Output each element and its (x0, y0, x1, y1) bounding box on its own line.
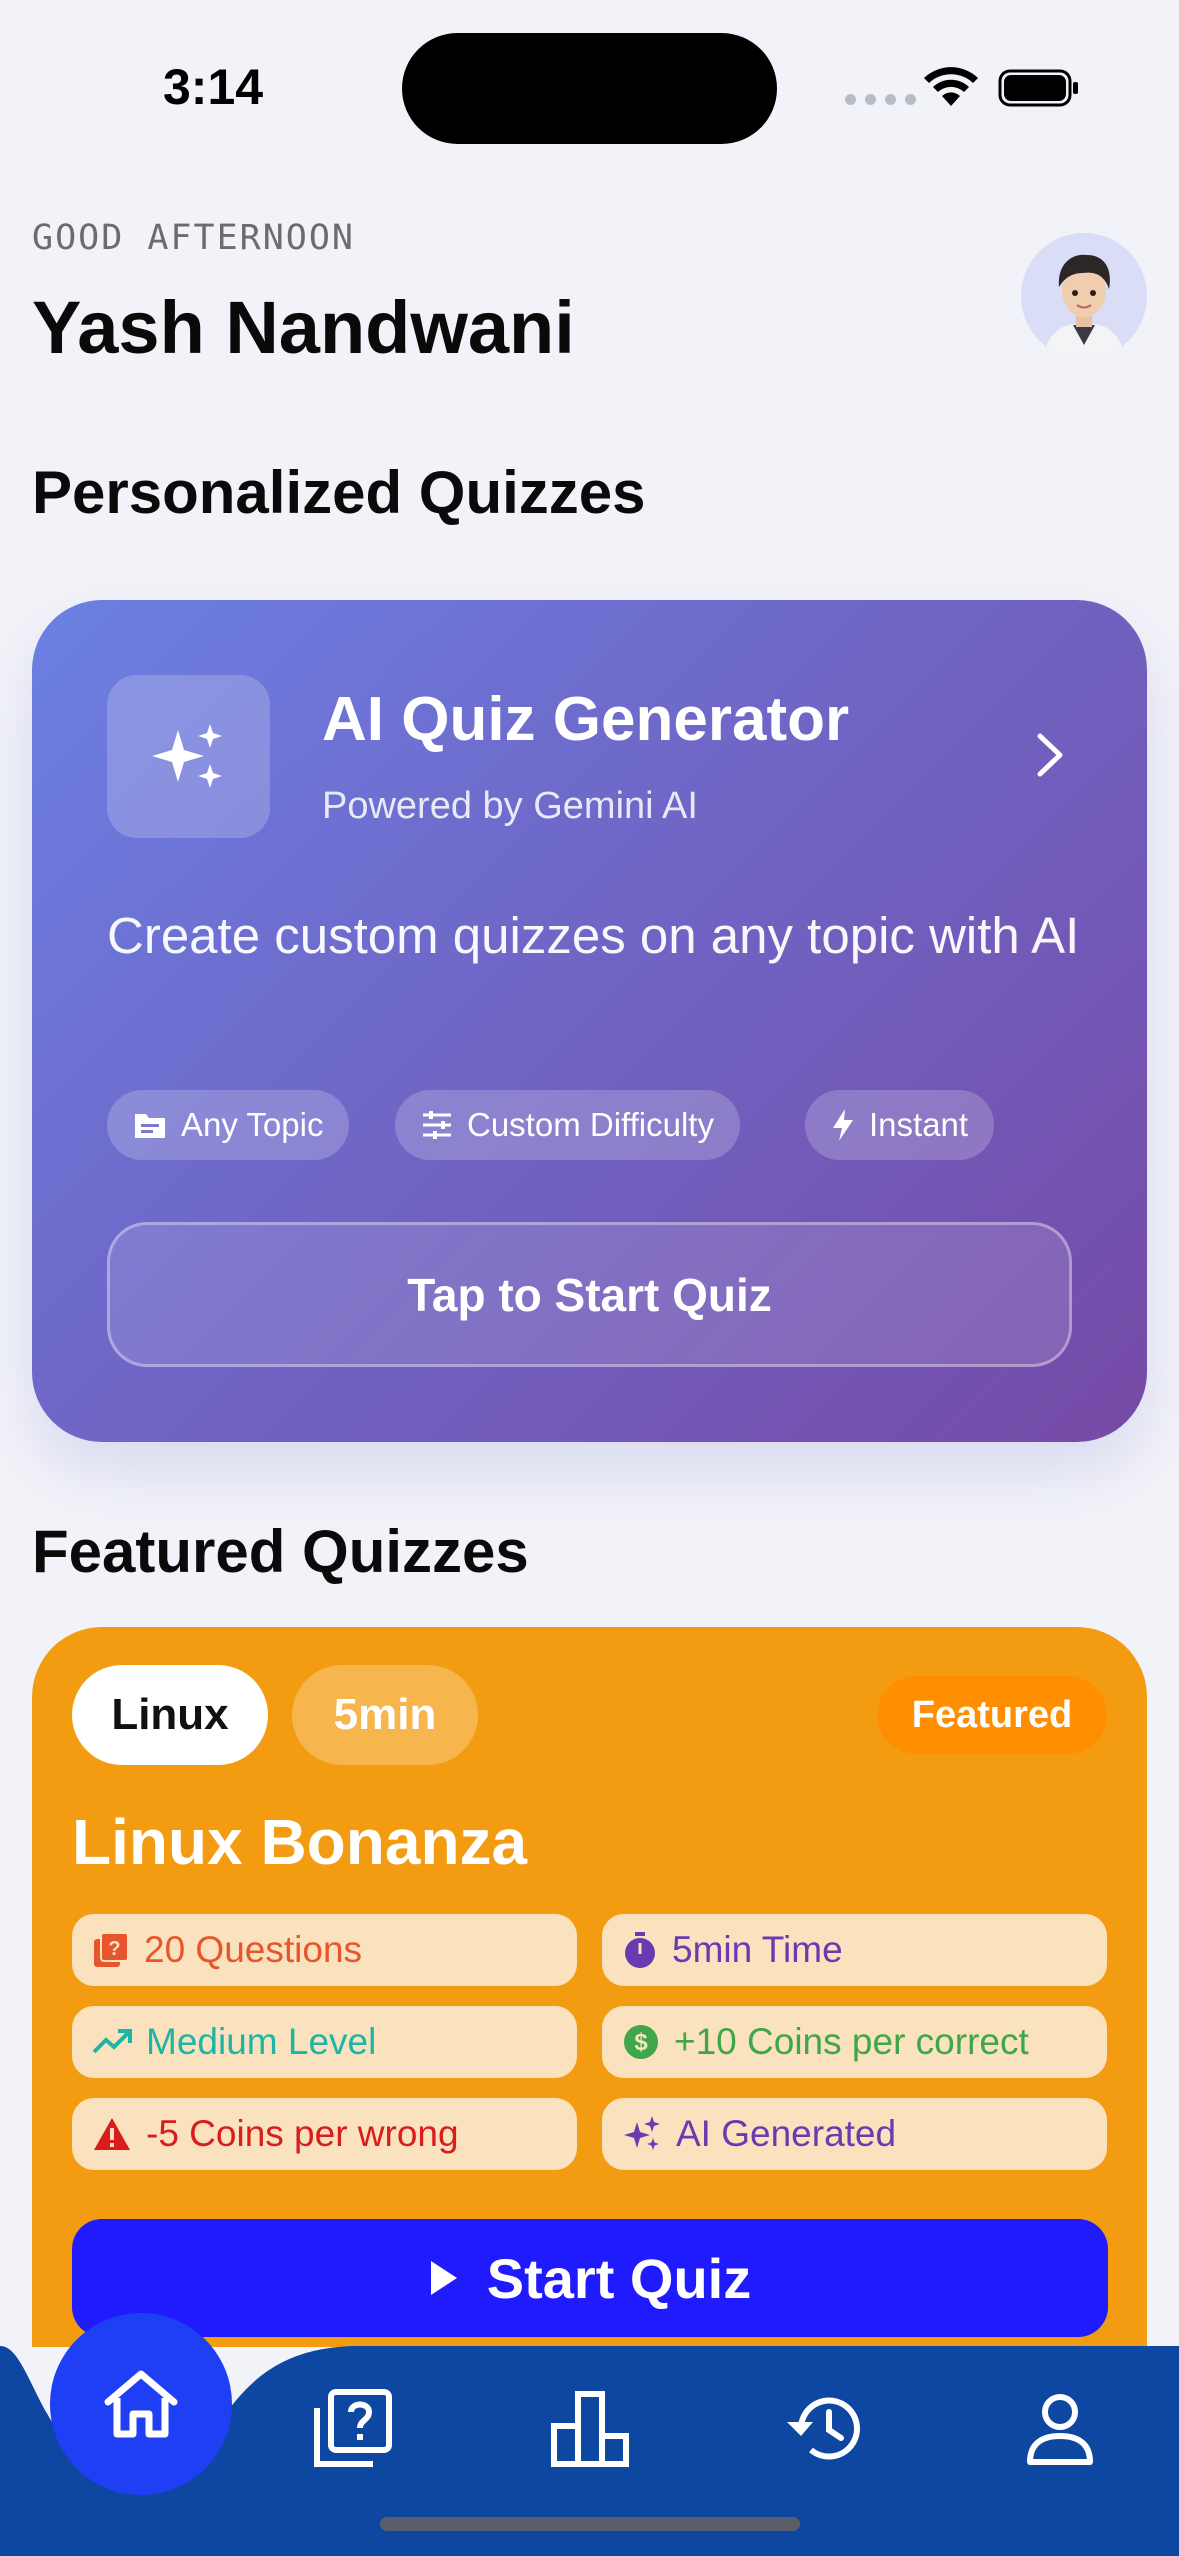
cellular-signal-icon (845, 94, 916, 105)
quiz-icon: ? (94, 1932, 129, 1967)
history-icon (787, 2397, 860, 2460)
chip-label: Any Topic (181, 1106, 324, 1143)
tap-to-start-quiz-button[interactable]: Tap to Start Quiz (107, 1222, 1072, 1367)
quiz-icon (314, 2389, 392, 2467)
ai-card-title: AI Quiz Generator (322, 685, 850, 754)
ai-card-description: Create custom quizzes on any topic with … (107, 907, 1080, 964)
user-name: Yash Nandwani (32, 286, 575, 369)
avatar[interactable] (1021, 233, 1147, 359)
stat-label: 5min Time (672, 1929, 843, 1970)
featured-badge: Featured (877, 1676, 1107, 1754)
dynamic-island (402, 33, 777, 144)
stat-questions: ? 20 Questions (72, 1914, 577, 1986)
trend-up-icon (92, 2029, 132, 2054)
leaderboard-icon (551, 2391, 629, 2467)
svg-text:$: $ (634, 2029, 648, 2056)
timer-icon (625, 1932, 655, 1968)
bolt-icon (833, 1109, 853, 1141)
ai-icon-box (107, 675, 270, 838)
section-title-featured: Featured Quizzes (32, 1518, 529, 1585)
stat-label: AI Generated (676, 2113, 897, 2154)
duration-pill: 5min (292, 1665, 478, 1765)
nav-history-button[interactable] (775, 2378, 875, 2478)
sparkle-icon (624, 2116, 660, 2150)
home-icon (104, 2370, 178, 2438)
status-time: 3:14 (163, 59, 264, 115)
start-quiz-label: Start Quiz (486, 2246, 752, 2310)
chip-any-topic: Any Topic (107, 1090, 350, 1160)
stat-label: 20 Questions (144, 1929, 363, 1970)
ai-card-subtitle: Powered by Gemini AI (322, 785, 698, 827)
svg-text:?: ? (108, 1938, 120, 1960)
stat-label: +10 Coins per correct (674, 2021, 1029, 2062)
warning-icon (94, 2118, 130, 2150)
nav-quiz-button[interactable] (303, 2378, 403, 2478)
stat-ai-generated: AI Generated (602, 2098, 1107, 2170)
battery-icon (998, 69, 1078, 107)
stat-label: -5 Coins per wrong (146, 2113, 459, 2154)
profile-icon (1027, 2394, 1093, 2465)
sparkles-icon (151, 723, 222, 788)
nav-profile-button[interactable] (1010, 2378, 1110, 2478)
avatar-image (1021, 233, 1147, 359)
ai-quiz-generator-card[interactable]: AI Quiz Generator Powered by Gemini AI C… (32, 600, 1147, 1442)
stat-label: Medium Level (146, 2021, 377, 2062)
featured-quiz-card[interactable]: Linux 5min Featured Linux Bonanza ? 20 Q… (32, 1627, 1147, 2347)
start-quiz-button[interactable]: Start Quiz (72, 2219, 1108, 2337)
nav-home-button[interactable] (50, 2313, 232, 2495)
status-bar: 3:14 (0, 0, 1179, 150)
section-title-personalized: Personalized Quizzes (32, 459, 646, 526)
play-icon (430, 2261, 457, 2295)
greeting: GOOD AFTERNOON (32, 218, 356, 258)
wifi-icon (924, 67, 978, 106)
chip-instant: Instant (805, 1090, 995, 1160)
chip-label: Custom Difficulty (467, 1106, 714, 1143)
stat-coins-wrong: -5 Coins per wrong (72, 2098, 577, 2170)
chip-custom-difficulty: Custom Difficulty (395, 1090, 740, 1160)
quiz-title: Linux Bonanza (72, 1806, 528, 1878)
chip-label: Instant (869, 1106, 969, 1143)
stat-coins-correct: $ +10 Coins per correct (602, 2006, 1107, 2078)
folder-icon (135, 1114, 165, 1138)
nav-leaderboard-button[interactable] (540, 2378, 640, 2478)
sliders-icon (423, 1111, 451, 1139)
category-pill: Linux (72, 1665, 268, 1765)
home-indicator (380, 2517, 800, 2531)
stat-time: 5min Time (602, 1914, 1107, 1986)
chevron-right-icon[interactable] (1032, 730, 1068, 780)
stat-level: Medium Level (72, 2006, 577, 2078)
coin-icon: $ (624, 2025, 658, 2059)
